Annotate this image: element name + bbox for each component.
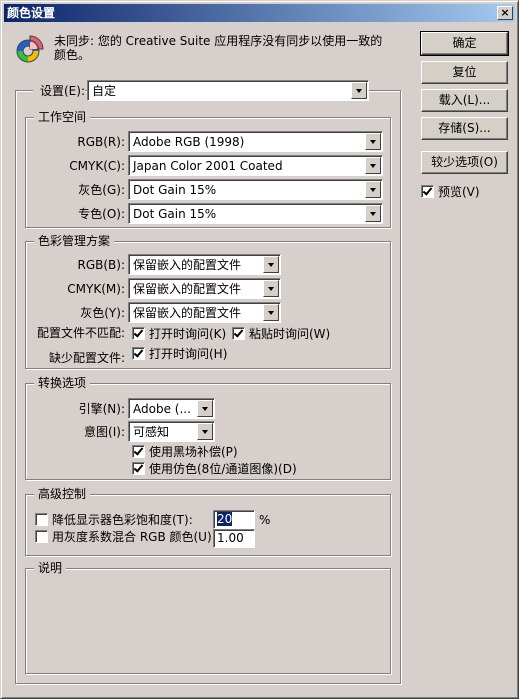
desaturate-label: 降低显示器色彩饱和度(T): (52, 513, 193, 527)
save-button[interactable]: 存储(S)... (421, 117, 508, 140)
chevron-down-icon[interactable] (197, 423, 213, 440)
desaturate-checkbox[interactable] (35, 513, 48, 526)
color-sync-icon (14, 34, 44, 64)
color-settings-dialog: 颜色设置 × 未同步: 您的 Creative Suite 应用程序没有同步以使… (0, 0, 519, 699)
gray-policy-value: 保留嵌入的配置文件 (133, 306, 242, 320)
black-point-checkbox[interactable] (132, 445, 145, 458)
dither-label: 使用仿色(8位/通道图像)(D) (149, 462, 297, 476)
rgb-policy-label: RGB(B): (77, 258, 125, 272)
cmyk-working-label: CMYK(C): (69, 159, 125, 173)
working-spaces-title: 工作空间 (34, 110, 91, 124)
gray-working-value: Dot Gain 15% (133, 183, 217, 197)
gray-policy-label: 灰色(Y): (80, 306, 125, 320)
cmyk-policy-select[interactable]: 保留嵌入的配置文件 (128, 278, 281, 299)
dither-checkbox[interactable] (132, 462, 145, 475)
intent-value: 可感知 (133, 425, 170, 439)
rgb-policy-value: 保留嵌入的配置文件 (133, 258, 242, 272)
intent-label: 意图(I): (84, 425, 125, 439)
intent-select[interactable]: 可感知 (128, 421, 215, 442)
preview-checkbox[interactable] (421, 185, 434, 198)
spot-working-select[interactable]: Dot Gain 15% (128, 203, 383, 224)
settings-label: 设置(E): (33, 81, 85, 101)
chevron-down-icon[interactable] (263, 304, 279, 321)
window-title: 颜色设置 (7, 6, 56, 20)
mismatch-open-label: 打开时询问(K) (149, 327, 227, 341)
color-management-title: 色彩管理方案 (34, 234, 115, 248)
cmyk-working-select[interactable]: Japan Color 2001 Coated (128, 155, 383, 176)
reset-button[interactable]: 复位 (421, 61, 508, 84)
missing-open-label: 打开时询问(H) (149, 347, 228, 361)
chevron-down-icon[interactable] (263, 280, 279, 297)
spot-working-value: Dot Gain 15% (133, 207, 217, 221)
settings-select[interactable]: 自定 (87, 80, 369, 101)
settings-value: 自定 (92, 84, 117, 98)
conversion-title: 转换选项 (34, 376, 91, 390)
advanced-title: 高级控制 (34, 487, 91, 501)
close-button[interactable]: × (497, 6, 513, 20)
chevron-down-icon[interactable] (365, 133, 381, 150)
spot-working-label: 专色(O): (78, 207, 125, 221)
chevron-down-icon[interactable] (351, 82, 367, 99)
blend-gamma-checkbox[interactable] (35, 530, 48, 543)
description-group: 说明 (25, 561, 391, 674)
engine-select[interactable]: Adobe (... (128, 398, 215, 419)
preview-label: 预览(V) (438, 185, 480, 199)
chevron-down-icon[interactable] (365, 181, 381, 198)
chevron-down-icon[interactable] (365, 157, 381, 174)
sync-message: 未同步: 您的 Creative Suite 应用程序没有同步以使用一致的颜色。 (54, 34, 383, 62)
rgb-working-value: Adobe RGB (1998) (133, 135, 245, 149)
mismatch-label: 配置文件不匹配: (36, 326, 125, 340)
blend-gamma-label: 用灰度系数混合 RGB 颜色(U): (52, 530, 216, 544)
missing-profile-label: 缺少配置文件: (48, 351, 125, 365)
mismatch-open-checkbox[interactable] (132, 327, 145, 340)
mismatch-paste-checkbox[interactable] (232, 327, 245, 340)
fewer-options-button[interactable]: 较少选项(O) (421, 151, 508, 174)
mismatch-paste-label: 粘贴时询问(W) (249, 327, 331, 341)
chevron-down-icon[interactable] (365, 205, 381, 222)
cmyk-policy-label: CMYK(M): (67, 282, 125, 296)
engine-label: 引擎(N): (78, 402, 125, 416)
gray-policy-select[interactable]: 保留嵌入的配置文件 (128, 302, 281, 323)
description-title: 说明 (34, 561, 67, 575)
chevron-down-icon[interactable] (263, 256, 279, 273)
close-icon: × (500, 6, 510, 19)
rgb-working-select[interactable]: Adobe RGB (1998) (128, 131, 383, 152)
desaturate-value: 20 (217, 512, 233, 526)
cmyk-policy-value: 保留嵌入的配置文件 (133, 282, 242, 296)
gray-working-select[interactable]: Dot Gain 15% (128, 179, 383, 200)
chevron-down-icon[interactable] (197, 400, 213, 417)
load-button[interactable]: 载入(L)... (421, 89, 508, 112)
black-point-label: 使用黑场补偿(P) (149, 445, 238, 459)
cmyk-working-value: Japan Color 2001 Coated (133, 159, 283, 173)
desaturate-input[interactable]: 20 (213, 510, 255, 529)
rgb-working-label: RGB(R): (77, 135, 125, 149)
ok-button[interactable]: 确定 (420, 31, 509, 56)
gray-working-label: 灰色(G): (78, 183, 125, 197)
missing-open-checkbox[interactable] (132, 347, 145, 360)
blend-gamma-value: 1.00 (217, 531, 244, 545)
blend-gamma-input[interactable]: 1.00 (213, 529, 255, 548)
rgb-policy-select[interactable]: 保留嵌入的配置文件 (128, 254, 281, 275)
percent-unit: % (259, 513, 271, 527)
engine-value: Adobe (... (133, 402, 191, 416)
title-bar[interactable]: 颜色设置 × (4, 4, 515, 22)
